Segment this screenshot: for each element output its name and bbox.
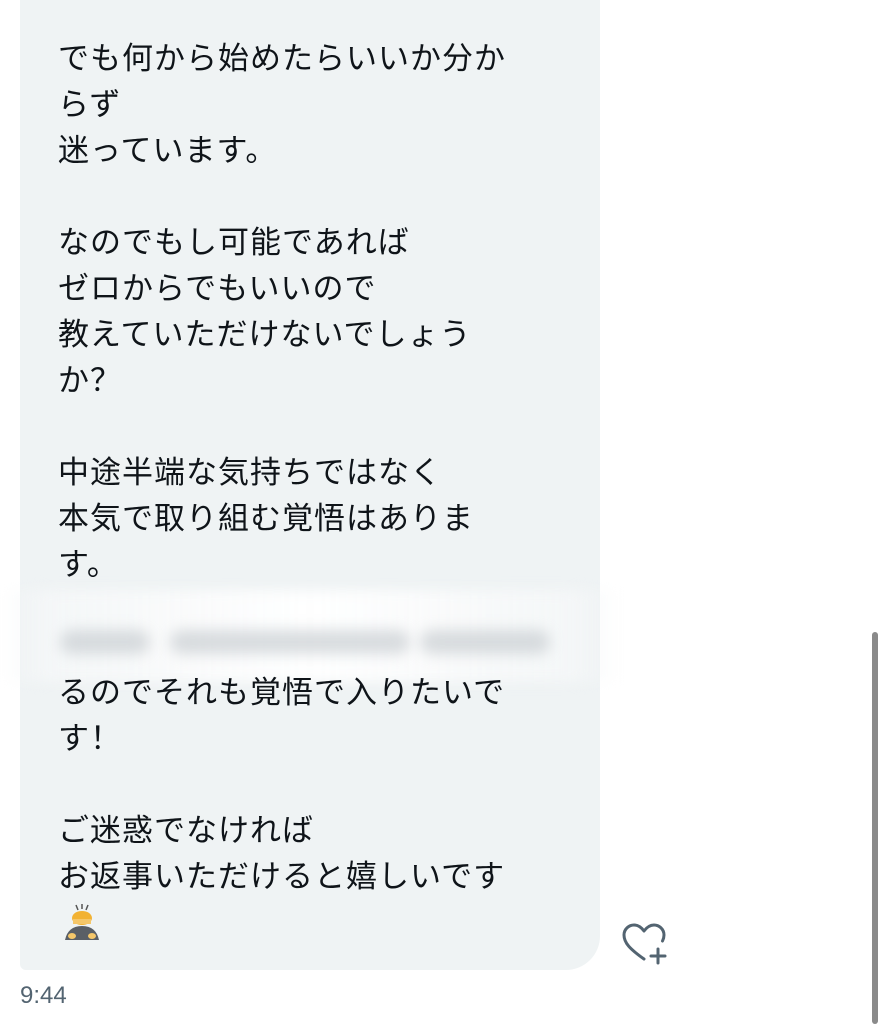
redacted-smudge: [170, 630, 410, 654]
message-text-upper: でも何から始めたらいいか分か らず 迷っています。 なのでもし可能であれば ゼロ…: [58, 41, 506, 583]
scrollbar[interactable]: [872, 632, 878, 1024]
dm-conversation-screen: でも何から始めたらいいか分か らず 迷っています。 なのでもし可能であれば ゼロ…: [0, 0, 884, 1024]
message-text-lower: るのでそれも覚悟で入りたいで す！ ご迷惑でなければ お返事いただけると嬉しいで…: [58, 675, 506, 895]
message-timestamp: 9:44: [20, 982, 67, 1009]
redacted-smudge: [60, 630, 150, 654]
heart-plus-icon[interactable]: [620, 922, 670, 966]
person-bowing-emoji: [65, 904, 99, 940]
redacted-smudge: [420, 630, 550, 654]
